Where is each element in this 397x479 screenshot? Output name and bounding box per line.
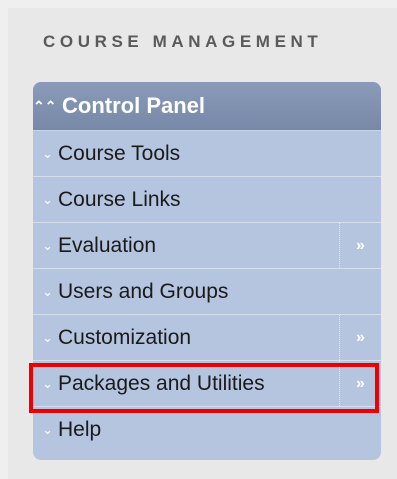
menu-item-label: Customization [58,325,192,349]
double-chevron-right-icon[interactable]: » [339,361,381,406]
menu-item-label: Course Links [58,187,181,211]
double-chevron-down-icon: ⌄ [42,191,53,207]
double-chevron-right-icon[interactable]: » [339,223,381,268]
double-chevron-down-icon: ⌄ [42,375,53,391]
double-chevron-down-icon: ⌄ [42,237,53,253]
menu-item-help[interactable]: ⌄ Help [33,407,381,452]
menu-item-customization[interactable]: ⌄ Customization » [33,315,381,361]
menu-item-packages-and-utilities[interactable]: ⌄ Packages and Utilities » [33,361,381,407]
control-panel-title: Control Panel [62,93,206,118]
double-chevron-up-icon: ⌃⌃ [33,97,57,114]
menu-item-label: Help [58,417,102,441]
menu-item-label: Evaluation [58,233,157,257]
menu-item-users-and-groups[interactable]: ⌄ Users and Groups [33,269,381,315]
menu-item-course-links[interactable]: ⌄ Course Links [33,177,381,223]
double-chevron-down-icon: ⌄ [42,421,53,437]
menu-item-label: Packages and Utilities [58,371,265,395]
control-panel: ⌃⌃ Control Panel ⌄ Course Tools ⌄ Course… [33,82,381,460]
menu-item-evaluation[interactable]: ⌄ Evaluation » [33,223,381,269]
double-chevron-right-icon[interactable]: » [339,315,381,360]
double-chevron-down-icon: ⌄ [42,329,53,345]
section-heading: COURSE MANAGEMENT [43,32,323,51]
double-chevron-down-icon: ⌄ [42,145,53,161]
double-chevron-down-icon: ⌄ [42,283,53,299]
menu-item-label: Course Tools [58,141,181,165]
menu-item-course-tools[interactable]: ⌄ Course Tools [33,131,381,177]
control-panel-header[interactable]: ⌃⌃ Control Panel [33,82,381,131]
menu-item-label: Users and Groups [58,279,229,303]
